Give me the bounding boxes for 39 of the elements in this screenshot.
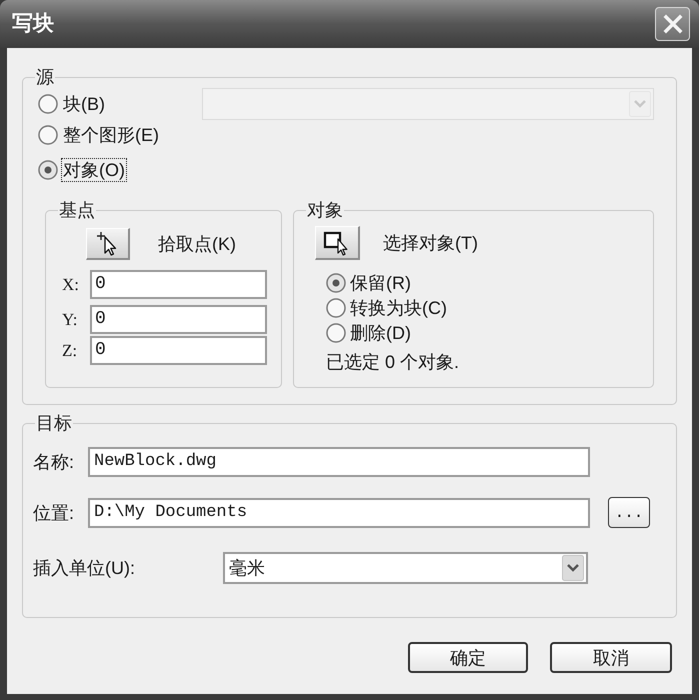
group-label: 对象 xyxy=(306,199,344,221)
field-label: Z: xyxy=(62,340,78,362)
cancel-button[interactable]: 取消 xyxy=(550,642,672,673)
path-field[interactable]: D:\My Documents xyxy=(88,498,590,528)
field-label: X: xyxy=(62,274,80,296)
ok-button[interactable]: 确定 xyxy=(408,642,528,673)
dropdown[interactable]: 毫米 xyxy=(223,552,588,584)
radio-button[interactable] xyxy=(326,298,346,318)
coordinate-field[interactable]: 0 xyxy=(90,270,267,299)
field-label: Y: xyxy=(62,308,78,330)
radio-button[interactable] xyxy=(38,125,58,145)
radio-label[interactable]: 删除(D) xyxy=(350,322,411,344)
radio-label[interactable]: 块(B) xyxy=(62,93,106,115)
selection-count: 已选定 0 个对象. xyxy=(326,351,460,373)
group-label: 目标 xyxy=(35,412,73,434)
select-objects-button[interactable] xyxy=(315,226,360,260)
group-label: 基点 xyxy=(58,199,96,221)
coordinate-field[interactable]: 0 xyxy=(90,305,267,334)
pick-point-label: 拾取点(K) xyxy=(158,233,236,255)
radio-label[interactable]: 对象(O) xyxy=(62,159,126,181)
radio-button[interactable] xyxy=(38,94,58,114)
group-label: 源 xyxy=(35,66,55,88)
window-title: 写块 xyxy=(12,11,54,37)
radio-button[interactable] xyxy=(326,323,346,343)
field-label: 插入单位(U): xyxy=(33,557,136,579)
pick-point-button[interactable] xyxy=(86,228,130,260)
coordinate-field[interactable]: 0 xyxy=(90,336,267,365)
radio-button[interactable] xyxy=(38,160,58,180)
browse-button[interactable]: ... xyxy=(608,497,650,528)
radio-label[interactable]: 转换为块(C) xyxy=(350,297,447,319)
select-objects-label: 选择对象(T) xyxy=(383,232,478,254)
field-label: 位置: xyxy=(33,502,76,524)
radio-label[interactable]: 整个图形(E) xyxy=(62,124,160,146)
close-icon xyxy=(662,14,682,34)
radio-button[interactable] xyxy=(326,273,346,293)
name-field[interactable]: NewBlock.dwg xyxy=(88,447,590,477)
field-label: 名称: xyxy=(33,451,76,473)
close-button[interactable] xyxy=(655,7,690,41)
radio-label[interactable]: 保留(R) xyxy=(350,272,411,294)
